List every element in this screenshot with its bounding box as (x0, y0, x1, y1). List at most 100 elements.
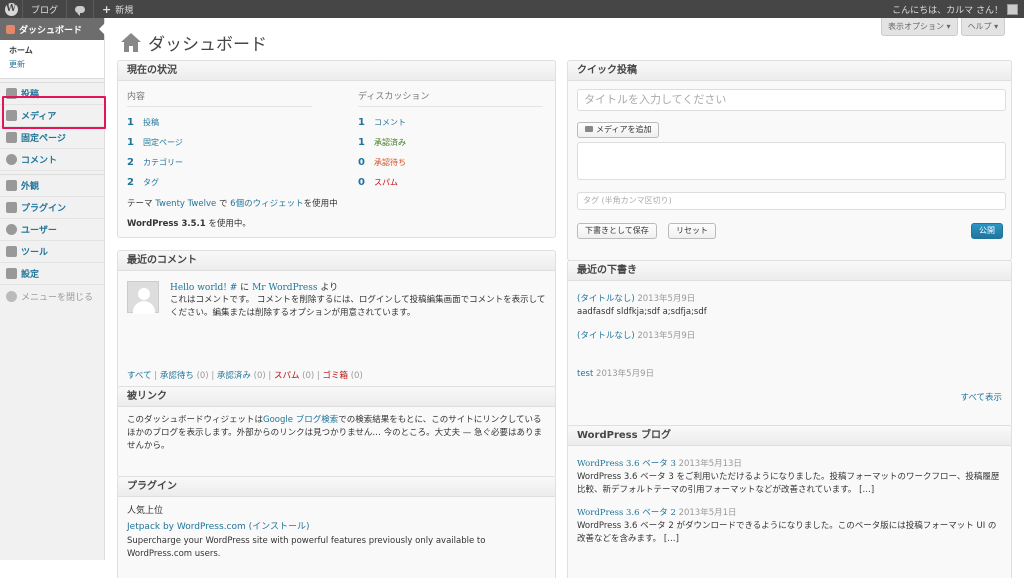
plugin-entry: Jetpack by WordPress.com (インストール) (127, 519, 310, 532)
menu-comments-label: コメント (21, 156, 58, 166)
quick-post-content-textarea[interactable] (577, 142, 1006, 180)
filter-label: ゴミ箱 (322, 371, 349, 381)
quick-post-tags-input[interactable]: タグ (半角カンマ区切り) (577, 192, 1006, 210)
content-column: 内容 1 投稿 1 固定ページ 2 カテゴリー 2 タグ (127, 89, 312, 193)
menu-pages[interactable]: 固定ページ (0, 127, 104, 149)
menu-media[interactable]: メディア (0, 105, 104, 127)
new-content-menu[interactable]: + 新規 (94, 0, 141, 18)
comments-bubble-icon[interactable] (67, 0, 93, 18)
widget-title[interactable]: クイック投稿 (568, 61, 1011, 81)
content-row[interactable]: 2 タグ (127, 173, 312, 193)
wordpress-logo-icon[interactable]: W (0, 0, 22, 18)
filter-count: (0) (253, 371, 266, 381)
filter-all[interactable]: すべて (127, 371, 152, 381)
menu-users[interactable]: ユーザー (0, 219, 104, 241)
menu-settings[interactable]: 設定 (0, 263, 104, 285)
menu-pages-label: 固定ページ (21, 134, 66, 144)
draft-title-link[interactable]: (タイトルなし) (577, 294, 635, 304)
blog-title-link[interactable]: WordPress 3.6 ベータ 2 (577, 508, 676, 518)
content-heading: 内容 (127, 89, 312, 107)
my-account-menu[interactable]: こんにちは、カルマ さん！ (892, 3, 1024, 16)
menu-comments[interactable]: コメント (0, 149, 104, 171)
comment-meta-yori: より (320, 283, 339, 293)
content-row[interactable]: 1 投稿 (127, 113, 312, 133)
comment-meta: Hello world! # に Mr WordPress より (170, 280, 338, 293)
discussion-label: コメント (374, 118, 406, 127)
filter-spam[interactable]: スパム (0) (274, 371, 314, 381)
submenu-updates[interactable]: 更新 (9, 58, 104, 72)
collapse-arrow-icon (6, 290, 17, 302)
content-label: カテゴリー (143, 158, 183, 167)
widget-title[interactable]: 最近のコメント (118, 251, 555, 271)
discussion-label: 承認済み (374, 138, 406, 147)
menu-dashboard-label: ダッシュボード (19, 25, 83, 36)
theme-link[interactable]: Twenty Twelve (155, 199, 216, 209)
filter-label: 承認待ち (159, 371, 194, 381)
collapse-menu-button[interactable]: メニューを閉じる (0, 285, 104, 307)
add-media-button[interactable]: メディアを追加 (577, 122, 660, 138)
version-number: WordPress 3.5.1 (127, 219, 206, 229)
screen-meta-links: 表示オプション ▾ ヘルプ ▾ (881, 18, 1006, 36)
discussion-row[interactable]: 0 承認待ち (358, 153, 543, 173)
menu-tools[interactable]: ツール (0, 241, 104, 263)
draft-item: test 2013年5月9日 (577, 367, 654, 379)
draft-title-link[interactable]: test (577, 369, 593, 379)
view-all-drafts-link[interactable]: すべて表示 (960, 391, 1002, 403)
plugin-install-link[interactable]: (インストール) (249, 522, 310, 532)
count-value: 2 (127, 157, 134, 168)
widgets-link[interactable]: 6個のウィジェット (230, 199, 303, 209)
collapse-menu-label: メニューを閉じる (21, 292, 94, 303)
site-name-link[interactable]: ブログ (23, 0, 66, 18)
filter-label: スパム (273, 371, 300, 381)
help-button[interactable]: ヘルプ ▾ (960, 18, 1006, 36)
widget-title[interactable]: プラグイン (118, 477, 555, 497)
publish-button[interactable]: 公開 (971, 223, 1003, 239)
theme-info: テーマ Twenty Twelve で 6個のウィジェットを使用中 (127, 197, 338, 209)
filter-pending[interactable]: 承認待ち (0) (160, 371, 209, 381)
widget-title[interactable]: 被リンク (118, 387, 555, 407)
widget-title[interactable]: 最近の下書き (568, 261, 1011, 281)
incoming-links-text: このダッシュボードウィジェットはGoogle ブログ検索での検索結果をもとに、こ… (127, 414, 547, 453)
filter-trash[interactable]: ゴミ箱 (0) (323, 371, 363, 381)
filter-approved[interactable]: 承認済み (0) (217, 371, 266, 381)
menu-appearance-label: 外観 (21, 182, 40, 192)
discussion-row[interactable]: 0 スパム (358, 173, 543, 193)
menu-plugins[interactable]: プラグイン (0, 197, 104, 219)
submenu-home[interactable]: ホーム (9, 44, 104, 58)
content-row[interactable]: 1 固定ページ (127, 133, 312, 153)
screen-options-button[interactable]: 表示オプション ▾ (881, 18, 958, 36)
media-icon (6, 110, 17, 121)
blog-title-link[interactable]: WordPress 3.6 ベータ 3 (577, 459, 676, 469)
discussion-row[interactable]: 1 承認済み (358, 133, 543, 153)
user-avatar-icon (1007, 3, 1018, 15)
plugin-description: Supercharge your WordPress site with pow… (127, 536, 486, 559)
discussion-row[interactable]: 1 コメント (358, 113, 543, 133)
appearance-icon (6, 180, 17, 191)
menu-posts[interactable]: 投稿 (0, 83, 104, 105)
reset-button[interactable]: リセット (668, 223, 716, 239)
content-label: 投稿 (143, 118, 159, 127)
count-value: 1 (358, 137, 365, 148)
right-now-widget: 現在の状況 内容 1 投稿 1 固定ページ 2 カテゴリー 2 タグ ディスカッション … (117, 60, 556, 238)
discussion-label: 承認待ち (374, 158, 406, 167)
menu-plugins-label: プラグイン (21, 204, 67, 214)
quick-post-title-input[interactable]: タイトルを入力してください (577, 89, 1006, 111)
draft-title-link[interactable]: (タイトルなし) (577, 331, 635, 341)
menu-settings-label: 設定 (21, 270, 40, 280)
camera-icon (585, 126, 593, 132)
widget-title[interactable]: WordPress ブログ (568, 426, 1011, 446)
menu-appearance[interactable]: 外観 (0, 175, 104, 197)
discussion-column: ディスカッション 1 コメント 1 承認済み 0 承認待ち 0 スパム (358, 89, 543, 193)
content-row[interactable]: 2 カテゴリー (127, 153, 312, 173)
comment-post-link[interactable]: Hello world! # (170, 283, 237, 293)
blog-date: 2013年5月13日 (678, 459, 742, 469)
discussion-label: スパム (374, 178, 398, 187)
dashboard-home-icon (121, 33, 141, 52)
comment-author-link[interactable]: Mr WordPress (252, 283, 317, 293)
admin-bar: W ブログ + 新規 こんにちは、カルマ さん！ (0, 0, 1024, 18)
menu-dashboard[interactable]: ダッシュボード (0, 18, 105, 40)
save-draft-button[interactable]: 下書きとして保存 (577, 223, 657, 239)
plugin-name-link[interactable]: Jetpack by WordPress.com (127, 522, 246, 532)
widget-title[interactable]: 現在の状況 (118, 61, 555, 81)
google-blog-search-link[interactable]: Google ブログ検索 (263, 415, 338, 425)
